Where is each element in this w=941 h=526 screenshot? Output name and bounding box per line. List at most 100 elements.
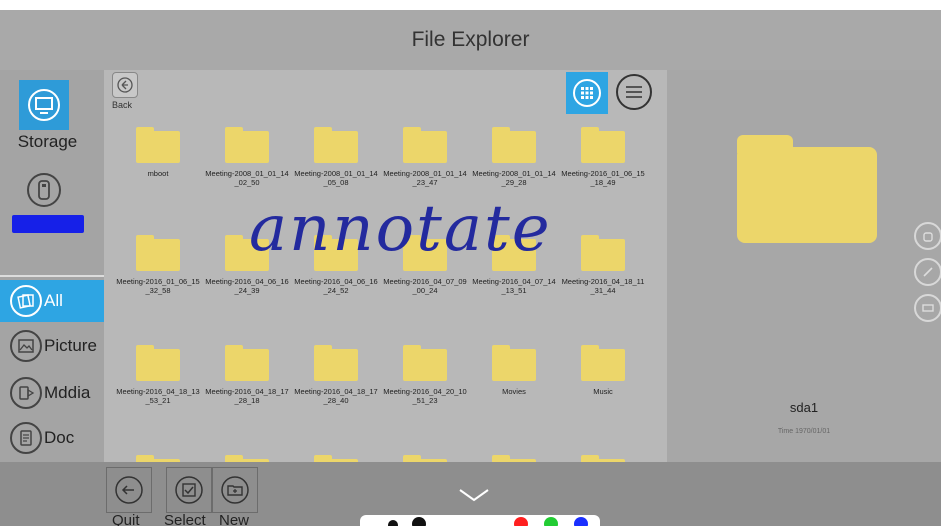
new-folder-icon [221,476,249,504]
folder-name: Meeting-2016_04_20_10_51_23 [383,387,467,405]
picture-icon [10,330,42,362]
folder-name: Music [593,387,613,396]
pen-color-swatch[interactable] [388,520,398,526]
folder-icon [136,127,180,163]
folder-icon [581,127,625,163]
folder-name: Meeting-2008_01_01_14_02_50 [205,169,289,187]
pen-color-toolbar [360,515,600,526]
quit-label: Quit [112,512,140,526]
folder-icon [581,235,625,271]
folder-icon [581,345,625,381]
back-icon [117,77,133,93]
folder-item[interactable]: Music [555,345,651,396]
file-explorer-app: File Explorer Storage All Picture Mddia … [0,0,941,526]
preview-name: sda1 [789,400,819,415]
select-label: Select [164,512,206,526]
folder-name: Movies [502,387,526,396]
folder-name: mboot [147,169,169,178]
folder-name: Meeting-2016_04_18_17_28_40 [294,387,378,405]
folder-item[interactable]: Meeting-2008_01_01_14_02_50 [199,127,295,187]
title-bar: File Explorer [0,10,941,70]
folder-name: Meeting-2016_01_06_15_32_58 [116,277,200,295]
handwritten-annotation: annotate [249,192,552,266]
folder-name: Meeting-2016_04_18_13_53_21 [116,387,200,405]
folder-item[interactable]: Meeting-2008_01_01_14_05_08 [288,127,384,187]
annotate-pen-icon[interactable] [914,258,941,286]
folder-icon [225,345,269,381]
grid-view-button[interactable] [566,72,608,114]
usb-drive-label-redacted[interactable] [12,215,84,233]
storage-label: Storage [17,132,78,151]
folder-name: Meeting-2016_04_18_11_31_44 [561,277,645,295]
pen-color-swatch[interactable] [574,517,588,526]
folder-name: Meeting-2016_04_07_14_13_51 [472,277,556,295]
folder-icon [225,127,269,163]
checkbox-icon [175,476,203,504]
document-icon [10,422,42,454]
category-picture[interactable]: Picture [0,325,104,367]
android-icon[interactable] [914,222,941,250]
quit-button[interactable] [106,467,152,513]
media-icon [10,377,42,409]
large-folder-icon [737,135,877,243]
exit-icon [115,476,143,504]
folder-icon [403,345,447,381]
folder-item[interactable]: Meeting-2008_01_01_14_29_28 [466,127,562,187]
folder-item[interactable]: Movies [466,345,562,396]
preview-panel: sda1 Time 1970/01/01 [667,70,941,462]
category-all[interactable]: All [0,280,104,322]
preview-time: Time 1970/01/01 [777,428,831,435]
folder-item[interactable]: Meeting-2016_04_20_10_51_23 [377,345,473,405]
folder-name: Meeting-2016_01_06_15_18_49 [561,169,645,187]
category-label: Mddia [44,383,91,402]
folder-icon [136,235,180,271]
folder-item[interactable]: Meeting-2008_01_01_14_23_47 [377,127,473,187]
pen-color-swatch[interactable] [514,517,528,526]
folder-icon [314,345,358,381]
folder-name: Meeting-2016_04_07_09_00_24 [383,277,467,295]
new-folder-button[interactable] [212,467,258,513]
folder-icon [403,127,447,163]
bottom-toolbar: Quit Select New [0,462,941,526]
folder-name: Meeting-2008_01_01_14_05_08 [294,169,378,187]
back-button[interactable] [112,72,138,98]
folder-item[interactable]: Meeting-2016_04_18_17_28_18 [199,345,295,405]
folder-name: Meeting-2016_04_18_17_28_18 [205,387,289,405]
folder-name: Meeting-2016_04_06_16_24_39 [205,277,289,295]
screen-icon[interactable] [914,294,941,322]
category-label: Doc [44,428,75,447]
storage-button[interactable] [19,80,69,130]
back-label: Back [112,100,133,110]
file-grid-area: Back mboot Meeting-2008_01_01_14_02_50 Mee… [104,70,667,491]
pen-color-swatch[interactable] [544,517,558,526]
folder-item[interactable]: Meeting-2016_04_18_17_28_40 [288,345,384,405]
folder-icon [492,345,536,381]
folder-icon [314,127,358,163]
sidebar-divider [0,275,104,277]
folder-name: Meeting-2008_01_01_14_29_28 [472,169,556,187]
folder-item[interactable]: Meeting-2016_04_18_11_31_44 [555,235,651,295]
new-label: New [219,512,250,526]
folder-item[interactable]: mboot [110,127,206,178]
sidebar: Storage All Picture Mddia Doc [0,70,104,462]
storage-section: Storage [0,70,104,275]
folder-item[interactable]: Meeting-2016_01_06_15_32_58 [110,235,206,295]
usb-drive-icon[interactable] [27,173,61,207]
window-title: File Explorer [411,28,530,51]
folder-name: Meeting-2008_01_01_14_23_47 [383,169,467,187]
category-media[interactable]: Mddia [0,372,104,414]
folder-name: Meeting-2016_04_06_16_24_52 [294,277,378,295]
category-doc[interactable]: Doc [0,417,104,459]
folder-item[interactable]: Meeting-2016_04_18_13_53_21 [110,345,206,405]
category-label: Picture [44,336,97,355]
select-button[interactable] [166,467,212,513]
list-view-button[interactable] [616,74,652,110]
chevron-down-icon[interactable] [458,488,490,502]
pen-color-swatch[interactable] [412,517,426,526]
category-label: All [44,291,63,310]
grid-view-icon [573,79,601,107]
list-view-icon [626,86,642,98]
folder-item[interactable]: Meeting-2016_01_06_15_18_49 [555,127,651,187]
monitor-icon [28,89,60,121]
folder-icon [136,345,180,381]
